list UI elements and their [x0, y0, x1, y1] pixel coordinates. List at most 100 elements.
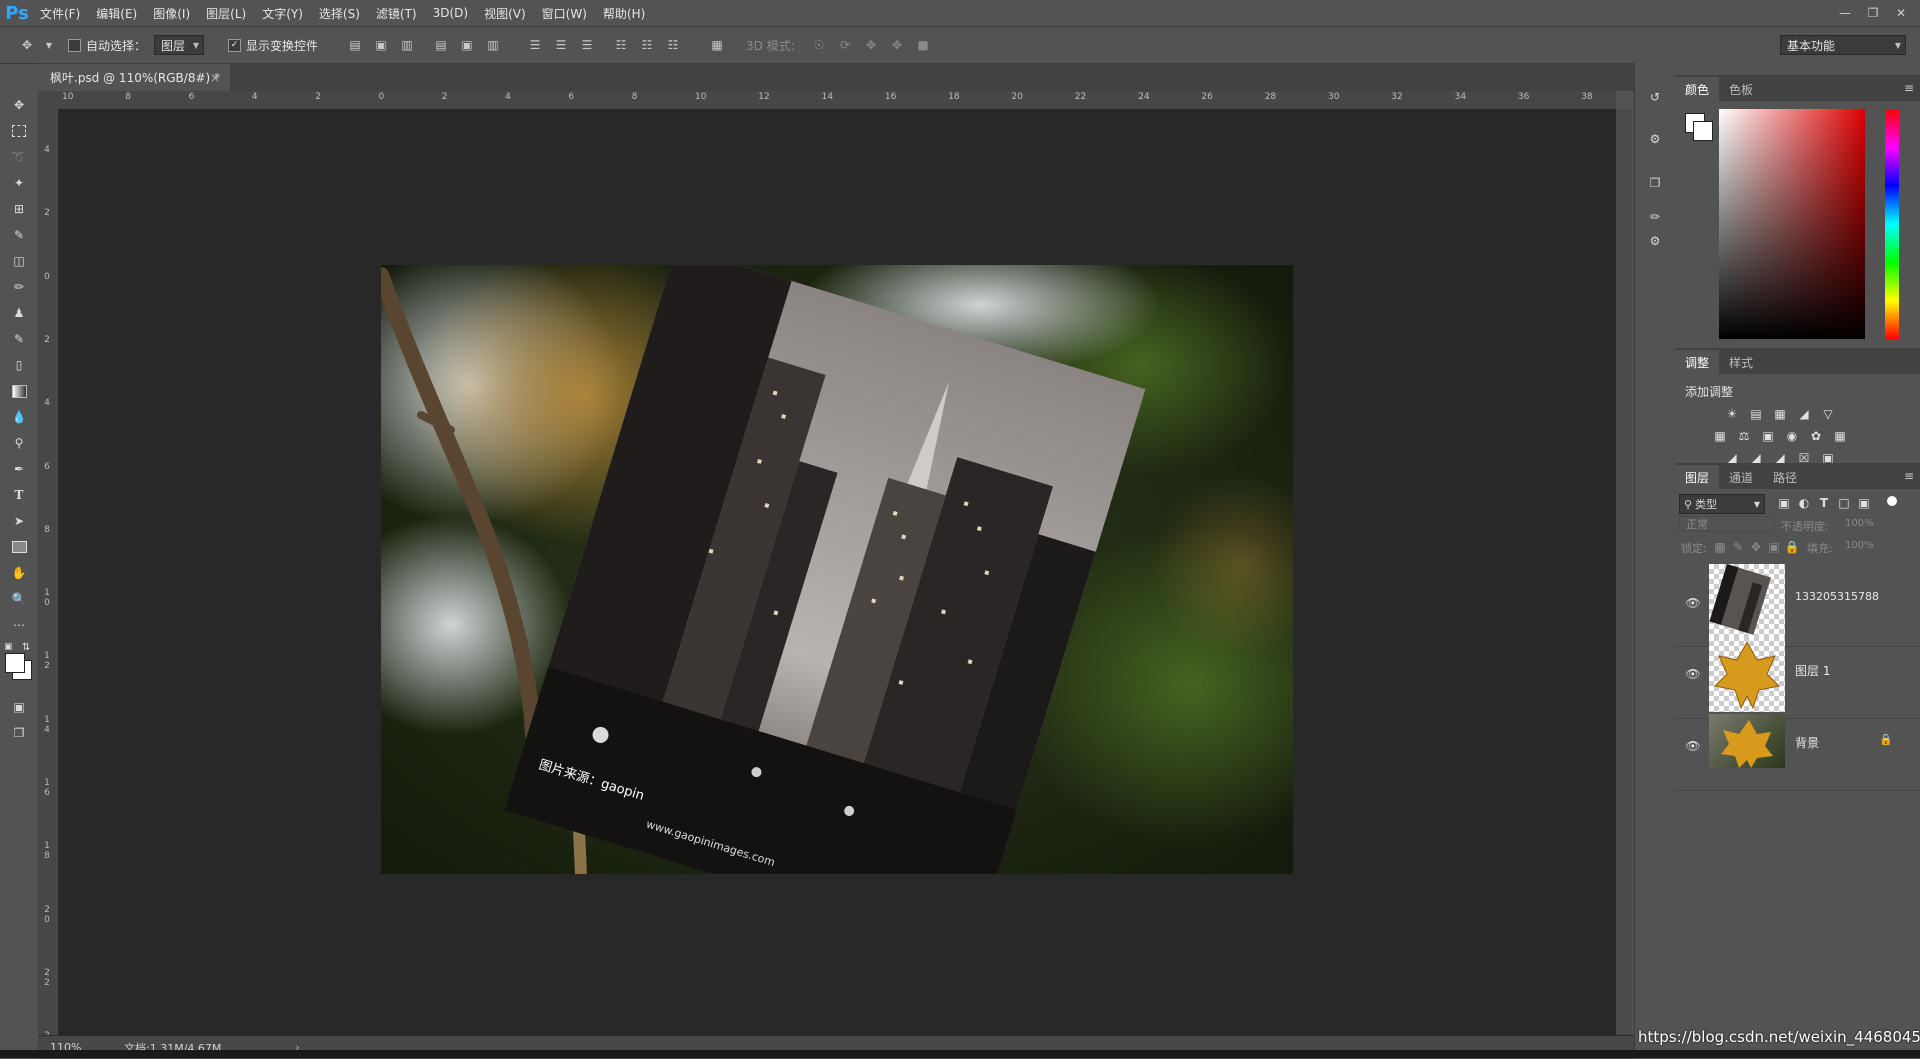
eye-icon[interactable]: 👁 — [1685, 666, 1701, 682]
auto-align-icon[interactable]: ▦ — [708, 36, 726, 54]
brush-tool-icon[interactable]: ✏ — [8, 276, 30, 298]
marquee-tool-icon[interactable] — [8, 120, 30, 142]
bg-color-swatch[interactable] — [1693, 121, 1713, 141]
menu-filter[interactable]: 滤镜(T) — [368, 5, 425, 22]
lasso-tool-icon[interactable]: ➰ — [8, 146, 30, 168]
filter-type-icon[interactable]: T — [1815, 494, 1833, 512]
distribute-right-icon[interactable]: ☷ — [664, 36, 682, 54]
lock-all-icon[interactable]: 🔒 — [1783, 538, 1801, 556]
tab-swatches[interactable]: 色板 — [1719, 77, 1763, 101]
layer-name[interactable]: 133205315788 — [1795, 590, 1879, 603]
tab-layers[interactable]: 图层 — [1675, 465, 1720, 489]
tab-channels[interactable]: 通道 — [1719, 465, 1763, 489]
menu-help[interactable]: 帮助(H) — [595, 5, 653, 22]
tab-paths[interactable]: 路径 — [1763, 465, 1807, 489]
type-tool-icon[interactable]: T — [8, 484, 30, 506]
lock-transparent-icon[interactable]: ▦ — [1711, 538, 1729, 556]
eye-icon[interactable]: 👁 — [1685, 738, 1701, 754]
workspace-dropdown[interactable]: 基本功能 ▼ — [1780, 35, 1906, 55]
auto-select-checkbox[interactable]: 自动选择： — [68, 35, 146, 55]
magic-wand-tool-icon[interactable]: ✦ — [8, 172, 30, 194]
foreground-color-swatch[interactable] — [5, 653, 25, 673]
distribute-bottom-icon[interactable]: ☰ — [578, 36, 596, 54]
minimize-icon[interactable]: — — [1832, 3, 1858, 23]
align-bottom-icon[interactable]: ▥ — [398, 36, 416, 54]
pen-tool-icon[interactable]: ✒ — [8, 458, 30, 480]
menu-3d[interactable]: 3D(D) — [425, 6, 476, 20]
swap-colors-icon[interactable]: ⇅ — [22, 642, 30, 653]
filter-toggle[interactable] — [1887, 496, 1897, 506]
color-field[interactable] — [1719, 109, 1865, 339]
clone-stamp-tool-icon[interactable]: ♟ — [8, 302, 30, 324]
menu-view[interactable]: 视图(V) — [476, 5, 534, 22]
screen-mode-icon[interactable]: ❐ — [8, 722, 30, 744]
filter-pixel-icon[interactable]: ▣ — [1775, 494, 1793, 512]
menu-type[interactable]: 文字(Y) — [254, 5, 311, 22]
orbit-3d-icon[interactable]: ☉ — [810, 36, 828, 54]
tab-adjustments[interactable]: 调整 — [1675, 350, 1720, 374]
eraser-tool-icon[interactable]: ▯ — [8, 354, 30, 376]
gradient-tool-icon[interactable] — [8, 380, 30, 402]
menu-file[interactable]: 文件(F) — [32, 5, 88, 22]
panel-menu-icon[interactable]: ≡ — [1904, 81, 1914, 95]
rectangle-tool-icon[interactable] — [8, 536, 30, 558]
glyphs-panel-icon[interactable]: ❐ — [1643, 171, 1667, 195]
align-top-icon[interactable]: ▤ — [346, 36, 364, 54]
roll-3d-icon[interactable]: ⟳ — [836, 36, 854, 54]
pan-3d-icon[interactable]: ✥ — [862, 36, 880, 54]
hue-slider[interactable] — [1885, 109, 1899, 339]
history-brush-tool-icon[interactable]: ✎ — [8, 328, 30, 350]
align-vcenter-icon[interactable]: ▣ — [372, 36, 390, 54]
adjustments-sliders-icon[interactable]: ⚙ — [1643, 229, 1667, 253]
levels-icon[interactable]: ▤ — [1747, 405, 1765, 423]
show-transform-checkbox[interactable]: ✓ 显示变换控件 — [228, 35, 318, 55]
menu-edit[interactable]: 编辑(E) — [88, 5, 145, 22]
menu-layer[interactable]: 图层(L) — [198, 5, 254, 22]
filter-adjustment-icon[interactable]: ◐ — [1795, 494, 1813, 512]
distribute-vcenter-icon[interactable]: ☰ — [552, 36, 570, 54]
menu-window[interactable]: 窗口(W) — [534, 5, 595, 22]
move-tool-preset-icon[interactable]: ✥ — [18, 36, 36, 54]
document-canvas[interactable]: 图片来源：gaopin www.gaopinimages.com — [381, 265, 1293, 874]
lock-image-icon[interactable]: ✎ — [1729, 538, 1747, 556]
opacity-value[interactable]: 100% — [1845, 518, 1874, 529]
lock-position-icon[interactable]: ✥ — [1747, 538, 1765, 556]
layer-row[interactable]: 👁 背景 🔒 — [1675, 704, 1920, 791]
exposure-icon[interactable]: ◢ — [1795, 405, 1813, 423]
fill-value[interactable]: 100% — [1845, 540, 1874, 551]
chevron-down-icon[interactable]: ▼ — [40, 36, 58, 54]
layers-menu-icon[interactable]: ≡ — [1904, 469, 1914, 483]
curves-icon[interactable]: ▦ — [1771, 405, 1789, 423]
layer-filter-dropdown[interactable]: ⚲ 类型 ▼ — [1679, 494, 1765, 514]
filter-smart-object-icon[interactable]: ▣ — [1855, 494, 1873, 512]
align-left-icon[interactable]: ▤ — [432, 36, 450, 54]
menu-select[interactable]: 选择(S) — [311, 5, 368, 22]
blur-tool-icon[interactable]: 💧 — [8, 406, 30, 428]
vibrance-icon[interactable]: ▽ — [1819, 405, 1837, 423]
hue-saturation-icon[interactable]: ▦ — [1711, 427, 1729, 445]
distribute-hcenter-icon[interactable]: ☷ — [638, 36, 656, 54]
black-white-icon[interactable]: ▣ — [1759, 427, 1777, 445]
eyedropper-tool-icon[interactable]: ✎ — [8, 224, 30, 246]
healing-brush-tool-icon[interactable]: ◫ — [8, 250, 30, 272]
checkbox-icon[interactable] — [68, 38, 81, 52]
brightness-contrast-icon[interactable]: ☀ — [1723, 405, 1741, 423]
default-colors-icon[interactable]: ▣ — [4, 642, 13, 652]
brush-settings-icon[interactable]: ✏ — [1643, 205, 1667, 229]
dodge-tool-icon[interactable]: ⚲ — [8, 432, 30, 454]
quick-mask-icon[interactable]: ▣ — [8, 696, 30, 718]
distribute-left-icon[interactable]: ☷ — [612, 36, 630, 54]
color-lookup-icon[interactable]: ▦ — [1831, 427, 1849, 445]
more-tools-icon[interactable]: ⋯ — [8, 614, 30, 636]
scale-3d-icon[interactable]: ■ — [914, 36, 932, 54]
blend-mode-dropdown[interactable]: 正常 — [1679, 516, 1775, 532]
slide-3d-icon[interactable]: ✥ — [888, 36, 906, 54]
align-right-icon[interactable]: ▥ — [484, 36, 502, 54]
crop-tool-icon[interactable]: ⊞ — [8, 198, 30, 220]
hand-tool-icon[interactable]: ✋ — [8, 562, 30, 584]
properties-panel-icon[interactable]: ⚙ — [1643, 127, 1667, 151]
zoom-tool-icon[interactable]: 🔍 — [8, 588, 30, 610]
color-balance-icon[interactable]: ⚖ — [1735, 427, 1753, 445]
filter-shape-icon[interactable]: □ — [1835, 494, 1853, 512]
history-panel-icon[interactable]: ↺ — [1643, 85, 1667, 109]
